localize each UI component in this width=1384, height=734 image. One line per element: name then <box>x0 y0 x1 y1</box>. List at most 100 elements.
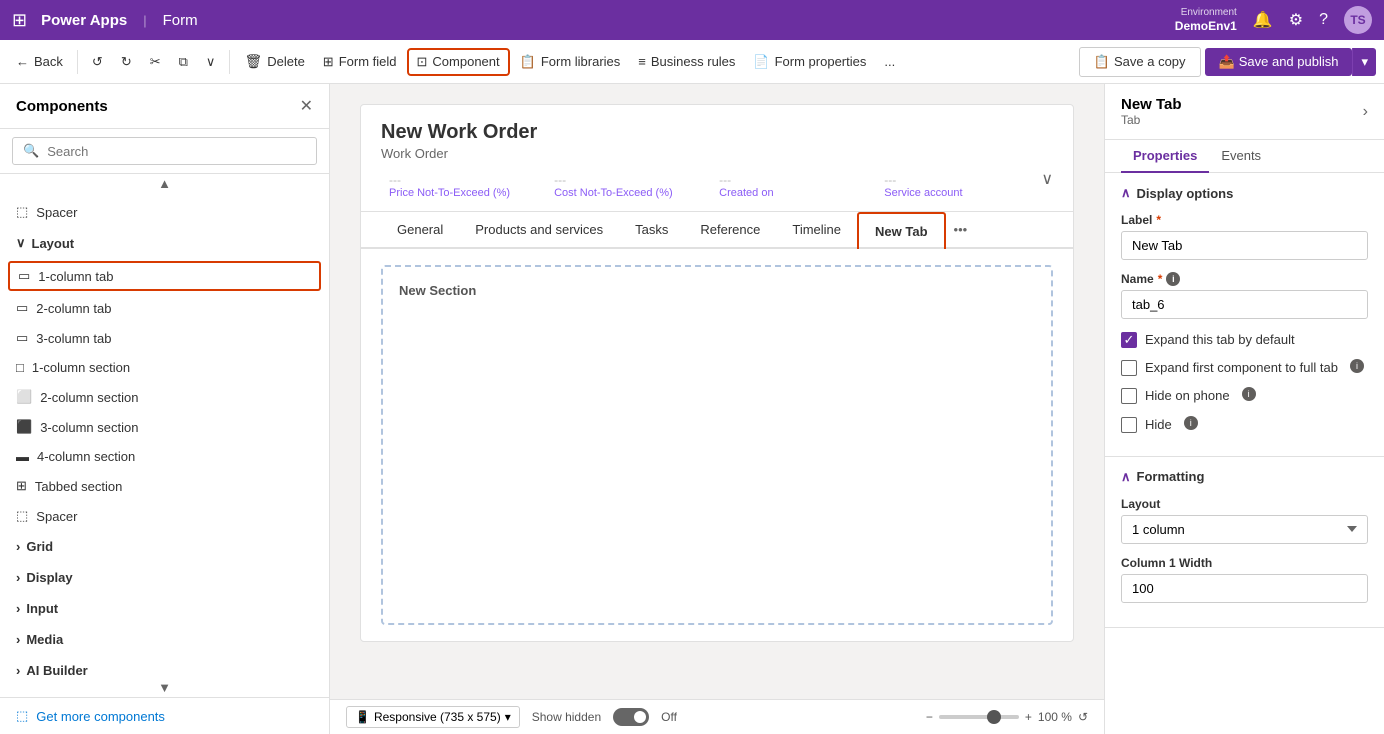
bell-icon[interactable]: 🔔 <box>1253 10 1273 30</box>
zoom-minus-button[interactable]: − <box>926 710 933 724</box>
tab-timeline[interactable]: Timeline <box>776 212 857 249</box>
label-field-label: Label * <box>1121 213 1368 227</box>
hide-phone-info-icon[interactable]: i <box>1242 387 1256 401</box>
name-input[interactable] <box>1121 290 1368 319</box>
form-subtitle: Work Order <box>381 146 1053 161</box>
cut-button[interactable]: ✂ <box>142 50 169 74</box>
field-placeholder-2: --- <box>719 173 868 187</box>
formatting-header[interactable]: ∧ Formatting <box>1121 469 1368 485</box>
name-info-icon[interactable]: i <box>1166 272 1180 286</box>
tab-products[interactable]: Products and services <box>459 212 619 249</box>
form-properties-button[interactable]: 📄 Form properties <box>745 50 874 74</box>
help-icon[interactable]: ? <box>1319 11 1328 29</box>
avatar[interactable]: TS <box>1344 6 1372 34</box>
sidebar-item-label: 3-column section <box>40 420 138 435</box>
panel-title-group: New Tab Tab <box>1121 96 1182 127</box>
responsive-icon: 📱 <box>355 710 370 724</box>
sidebar-section-input[interactable]: › Input <box>0 593 329 624</box>
sidebar-section-ai[interactable]: › AI Builder <box>0 655 329 678</box>
business-rules-button[interactable]: ≡ Business rules <box>630 50 743 73</box>
form-field-button[interactable]: ⊞ Form field <box>315 50 405 74</box>
sidebar-close-button[interactable]: ✕ <box>300 96 313 116</box>
sidebar-item-tabbed-section[interactable]: ⊞ Tabbed section <box>0 471 329 501</box>
panel-tab-properties[interactable]: Properties <box>1121 140 1209 173</box>
save-publish-button[interactable]: 📤 Save and publish <box>1205 48 1353 76</box>
form-tabs: General Products and services Tasks Refe… <box>361 212 1073 249</box>
redo-button[interactable]: ↻ <box>113 50 140 74</box>
refresh-icon[interactable]: ↺ <box>1078 710 1088 724</box>
search-input[interactable] <box>47 144 306 159</box>
layout-select[interactable]: 1 column 2 columns 3 columns <box>1121 515 1368 544</box>
sidebar-item-spacer-top[interactable]: ⬚ Spacer <box>0 197 329 227</box>
sidebar-section-display[interactable]: › Display <box>0 562 329 593</box>
sidebar-item-label: 2-column section <box>40 390 138 405</box>
col1-width-input[interactable] <box>1121 574 1368 603</box>
expand-row-icon[interactable]: ∨ <box>1041 169 1053 203</box>
input-collapse-icon: › <box>16 601 20 616</box>
gear-icon[interactable]: ⚙ <box>1289 10 1303 30</box>
component-button[interactable]: ⊡ Component <box>407 48 510 76</box>
tab-tasks[interactable]: Tasks <box>619 212 684 249</box>
display-options-header[interactable]: ∧ Display options <box>1121 185 1368 201</box>
field-cell-1: --- Cost Not-To-Exceed (%) <box>546 169 711 203</box>
field-cell-0: --- Price Not-To-Exceed (%) <box>381 169 546 203</box>
sidebar-item-4col-section[interactable]: ▬ 4-column section <box>0 442 329 471</box>
sidebar-item-2col-tab[interactable]: ▭ 2-column tab <box>0 293 329 323</box>
save-copy-button[interactable]: 📋 Save a copy <box>1079 47 1201 77</box>
expand-full-checkbox[interactable] <box>1121 360 1137 376</box>
hide-phone-checkbox[interactable] <box>1121 388 1137 404</box>
sidebar-item-2col-section[interactable]: ⬜ 2-column section <box>0 382 329 412</box>
form-libraries-button[interactable]: 📋 Form libraries <box>512 50 629 74</box>
tab-new[interactable]: New Tab <box>857 212 946 249</box>
tab-reference[interactable]: Reference <box>684 212 776 249</box>
undo-button[interactable]: ↺ <box>84 50 111 74</box>
panel-tab-events[interactable]: Events <box>1209 140 1273 173</box>
form-section[interactable]: New Section <box>381 265 1053 625</box>
field-cell-3: --- Service account <box>876 169 1041 203</box>
expand-default-checkbox[interactable]: ✓ <box>1121 332 1137 348</box>
sidebar-item-label: 4-column section <box>37 449 135 464</box>
scroll-up-button[interactable]: ▲ <box>0 174 329 193</box>
tab-general[interactable]: General <box>381 212 459 249</box>
toolbar-ellipsis-button[interactable]: ... <box>876 50 903 73</box>
grid-icon[interactable]: ⊞ <box>12 10 27 31</box>
sidebar-section-grid[interactable]: › Grid <box>0 531 329 562</box>
tab-more-button[interactable]: ••• <box>946 212 976 247</box>
responsive-button[interactable]: 📱 Responsive (735 x 575) ▾ <box>346 706 520 728</box>
hide-checkbox[interactable] <box>1121 417 1137 433</box>
expand-full-label: Expand first component to full tab <box>1145 359 1338 377</box>
sidebar-item-3col-section[interactable]: ⬛ 3-column section <box>0 412 329 442</box>
sidebar-item-1col-section[interactable]: □ 1-column section <box>0 353 329 382</box>
show-hidden-label: Show hidden <box>532 710 601 724</box>
sidebar-item-1col-tab[interactable]: ▭ 1-column tab <box>8 261 321 291</box>
copy-button[interactable]: ⧉ <box>171 50 196 74</box>
expand-default-label: Expand this tab by default <box>1145 331 1295 349</box>
layout-text: Layout <box>1121 497 1160 511</box>
panel-chevron-right[interactable]: › <box>1363 103 1368 121</box>
show-hidden-toggle[interactable] <box>613 708 649 726</box>
display-options-label: Display options <box>1137 186 1234 201</box>
sidebar-section-layout[interactable]: ∨ Layout <box>0 227 329 259</box>
back-button[interactable]: ← Back <box>8 50 71 73</box>
save-publish-dropdown[interactable]: ▾ <box>1352 48 1376 76</box>
zoom-slider[interactable] <box>939 715 1019 719</box>
zoom-plus-button[interactable]: + <box>1025 710 1032 724</box>
delete-button[interactable]: 🗑 Delete <box>236 49 312 74</box>
sidebar-item-spacer-bottom[interactable]: ⬚ Spacer <box>0 501 329 531</box>
4col-section-icon: ▬ <box>16 449 29 464</box>
sidebar-item-3col-tab[interactable]: ▭ 3-column tab <box>0 323 329 353</box>
toolbar-divider-1 <box>77 50 78 74</box>
delete-icon: 🗑 <box>244 53 262 70</box>
hide-info-icon[interactable]: i <box>1184 416 1198 430</box>
zoom-thumb[interactable] <box>987 710 1001 724</box>
save-publish-group: 📤 Save and publish ▾ <box>1205 48 1376 76</box>
expand-full-info-icon[interactable]: i <box>1350 359 1364 373</box>
get-more-components-link[interactable]: ⬚ Get more components <box>16 708 313 724</box>
label-input[interactable] <box>1121 231 1368 260</box>
name-text: Name <box>1121 272 1154 286</box>
sidebar-section-media[interactable]: › Media <box>0 624 329 655</box>
more-dropdown-button[interactable]: ∨ <box>198 50 224 74</box>
form-fields-row: --- Price Not-To-Exceed (%) --- Cost Not… <box>361 161 1073 212</box>
spacer-top-icon: ⬚ <box>16 204 28 220</box>
scroll-down-button[interactable]: ▼ <box>0 678 329 697</box>
